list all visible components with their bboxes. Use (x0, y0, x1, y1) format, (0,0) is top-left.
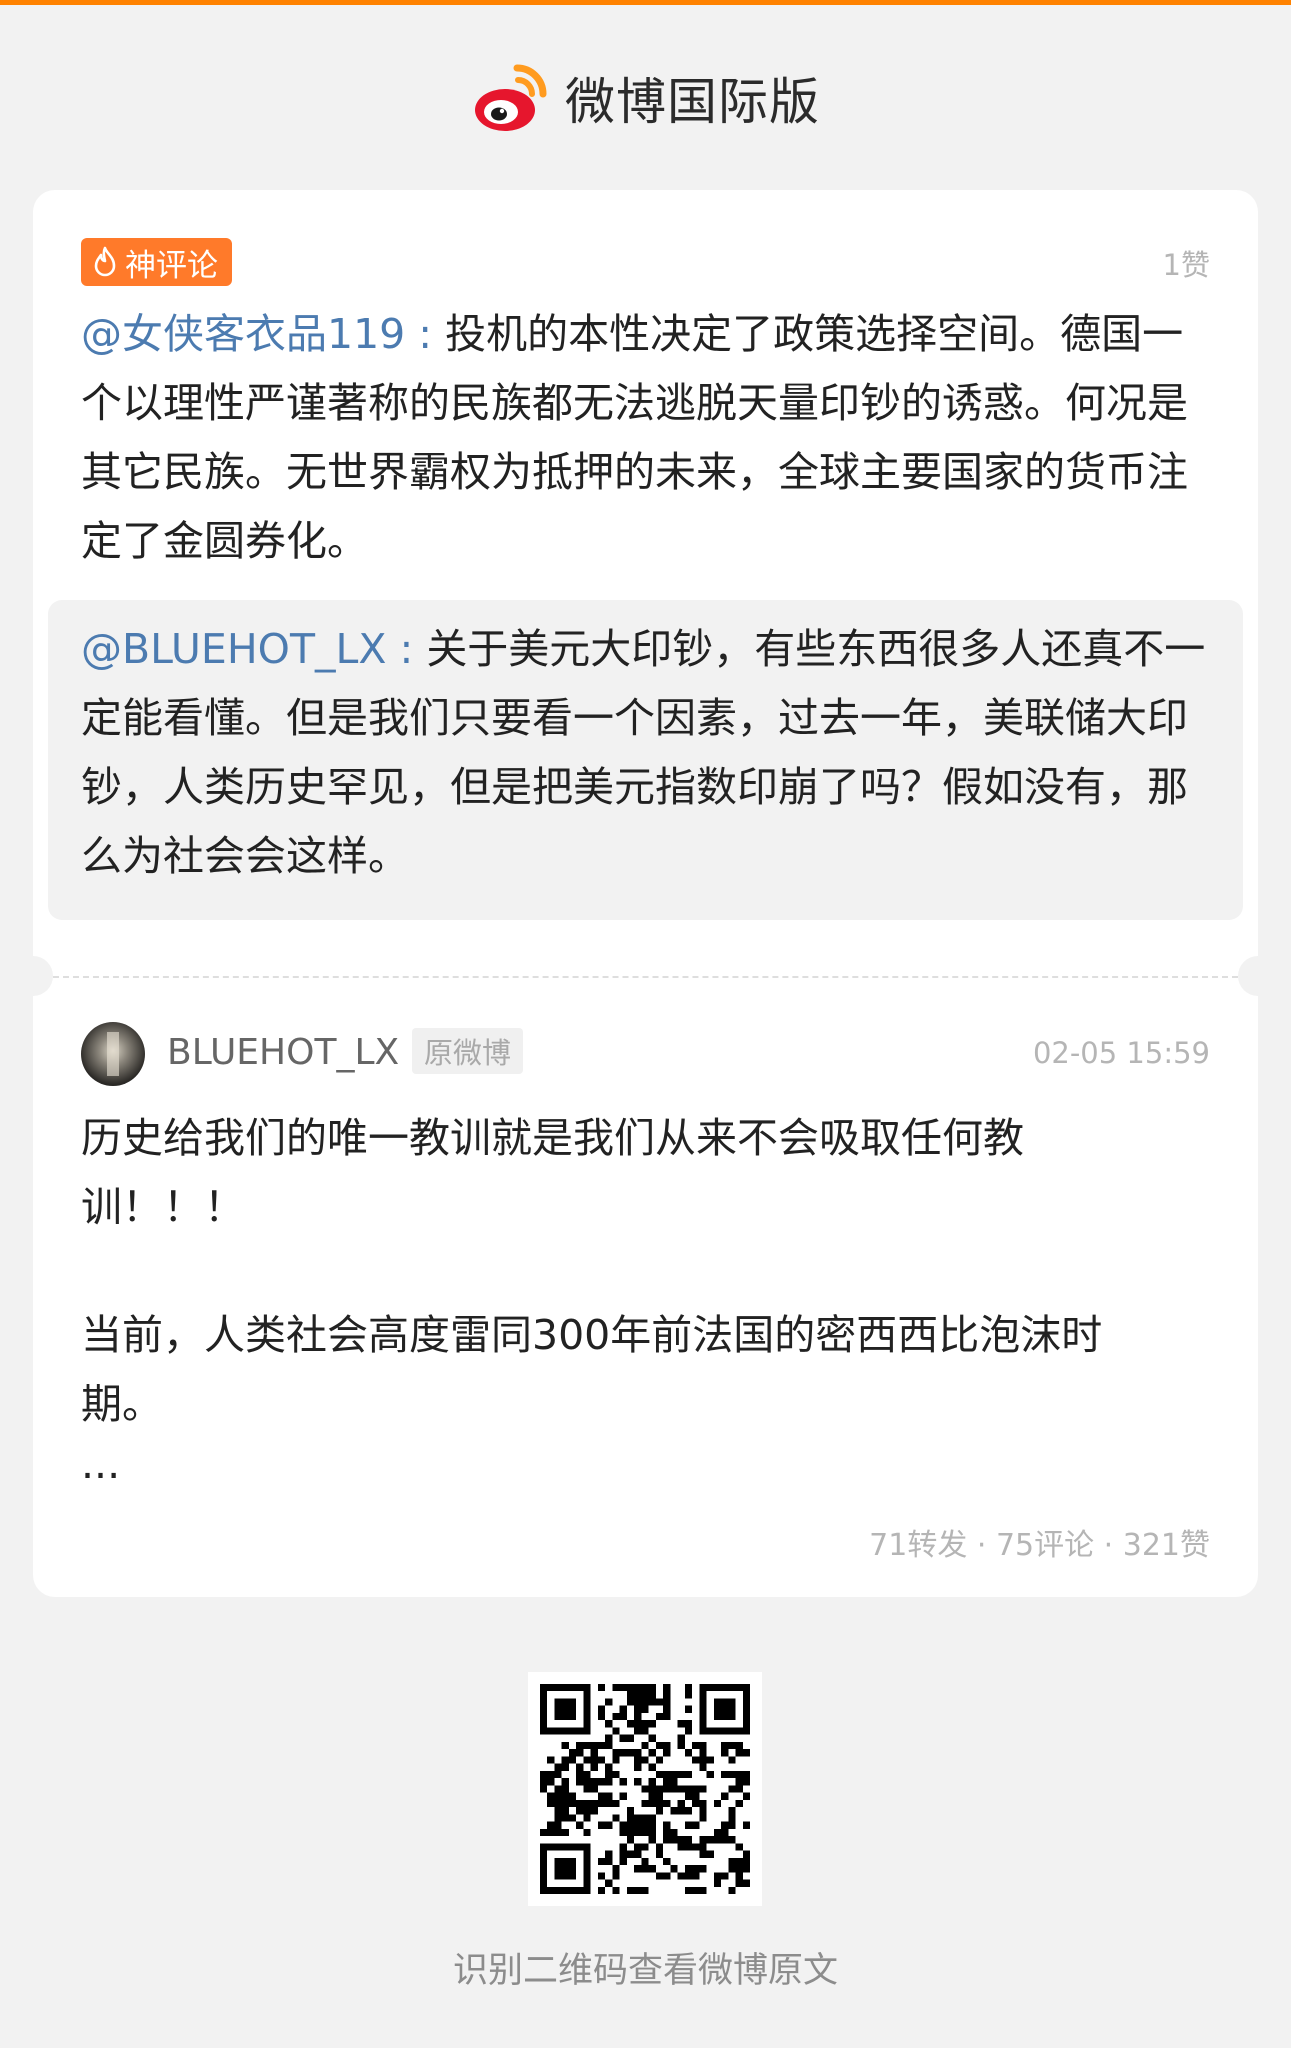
reply-separator: : (386, 625, 427, 673)
fire-icon (94, 246, 116, 277)
comment-like-count[interactable]: 1赞 (1163, 242, 1210, 284)
comment-separator: : (405, 310, 446, 358)
divider-notch-right (1238, 956, 1258, 996)
brand-header: 微博国际版 (0, 58, 1291, 138)
post-stats: 71转发 · 75评论 · 321赞 (869, 1528, 1210, 1563)
quoted-reply-text: @BLUEHOT_LX : 关于美元大印钞，有些东西很多人还真不一定能看懂。但是… (81, 615, 1216, 891)
reply-author-mention[interactable]: @BLUEHOT_LX (81, 625, 386, 673)
divider-notch-left (33, 956, 53, 996)
post-timestamp: 02-05 15:59 (1032, 1036, 1210, 1070)
avatar[interactable] (81, 1022, 145, 1086)
post-author-name[interactable]: BLUEHOT_LX (167, 1032, 399, 1073)
hot-comment-text: @女侠客衣品119 : 投机的本性决定了政策选择空间。德国一个以理性严谨著称的民… (81, 300, 1216, 576)
app-title: 微博国际版 (565, 73, 820, 131)
post-paragraph: 历史给我们的唯一教训就是我们从来不会吸取任何教训！！！ (81, 1114, 1024, 1231)
dashed-divider (53, 976, 1238, 978)
qr-code (528, 1672, 762, 1906)
post-ellipsis: ... (81, 1440, 121, 1488)
share-card: 神评论 1赞 @女侠客衣品119 : 投机的本性决定了政策选择空间。德国一个以理… (33, 190, 1258, 1597)
hot-comment-label: 神评论 (125, 247, 218, 284)
quoted-reply: @BLUEHOT_LX : 关于美元大印钞，有些东西很多人还真不一定能看懂。但是… (48, 600, 1243, 920)
comment-author-mention[interactable]: @女侠客衣品119 (81, 310, 405, 358)
original-post-body: 历史给我们的唯一教训就是我们从来不会吸取任何教训！！！ 当前，人类社会高度雷同3… (81, 1104, 1141, 1489)
hot-comment-badge: 神评论 (81, 238, 232, 286)
original-post-tag: 原微博 (412, 1028, 524, 1074)
weibo-logo-icon (475, 64, 547, 131)
top-accent-bar (0, 0, 1291, 5)
qr-code-icon (540, 1684, 750, 1894)
qr-hint-text: 识别二维码查看微博原文 (452, 1951, 838, 1991)
post-paragraph: 当前，人类社会高度雷同300年前法国的密西西比泡沫时期。 (81, 1311, 1103, 1428)
